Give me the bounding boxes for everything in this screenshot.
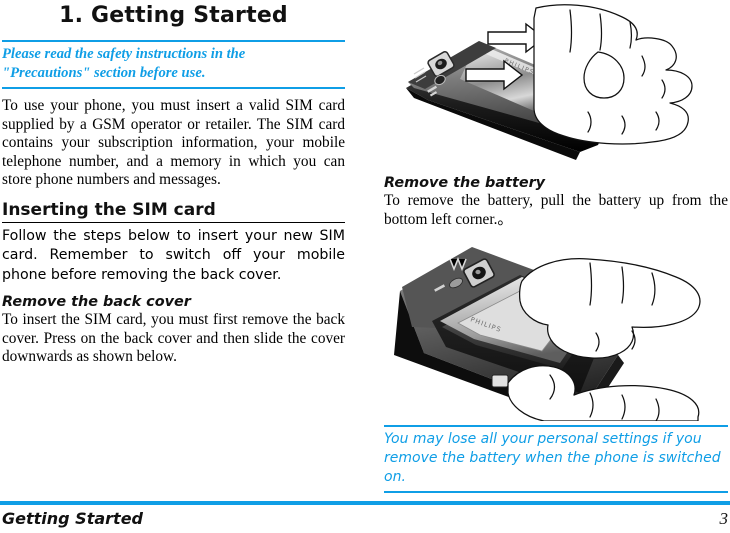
sub-heading-remove-battery: Remove the battery — [384, 175, 546, 191]
page-footer: Getting Started 3 — [0, 508, 730, 533]
warning-note-line-3: on. — [384, 469, 406, 485]
sub-paragraph-remove-battery: To remove the battery, pull the battery … — [384, 192, 728, 228]
intro-paragraph: To use your phone, you must insert a val… — [2, 97, 345, 188]
figure-remove-battery: PHILIPS — [384, 235, 728, 421]
warning-note-line-2: remove the battery when the phone is swi… — [384, 450, 721, 466]
warning-note-box: You may lose all your personal settings … — [384, 425, 728, 493]
footer-page-number: 3 — [719, 509, 729, 528]
safety-note-box: Please read the safety instructions in t… — [2, 40, 345, 89]
section-paragraph: Follow the steps below to insert your ne… — [2, 227, 345, 283]
manual-page: 1. Getting Started Please read the safet… — [0, 0, 730, 533]
sub-heading-remove-back-cover: Remove the back cover — [2, 294, 191, 310]
chapter-title: 1. Getting Started — [59, 3, 288, 28]
section-heading-inserting-sim-card: Inserting the SIM card — [2, 200, 345, 223]
illustration-battery-removal: PHILIPS — [394, 247, 701, 421]
figure-remove-back-cover: PHILIPS — [384, 0, 728, 170]
hand-illustration — [533, 4, 693, 145]
footer-rule — [0, 501, 730, 505]
sub-paragraph-remove-back-cover: To insert the SIM card, you must first r… — [2, 311, 345, 365]
safety-note-line-2: "Precautions" section before use. — [2, 65, 206, 81]
right-column: PHILIPS Remove the battery To remove the… — [384, 0, 728, 493]
safety-note-line-1: Please read the safety instructions in t… — [2, 46, 246, 62]
illustration-back-cover-removal: PHILIPS — [406, 4, 693, 160]
left-column: 1. Getting Started Please read the safet… — [2, 0, 345, 367]
warning-note-line-1: You may lose all your personal settings … — [384, 431, 702, 447]
footer-section-label: Getting Started — [2, 509, 143, 528]
